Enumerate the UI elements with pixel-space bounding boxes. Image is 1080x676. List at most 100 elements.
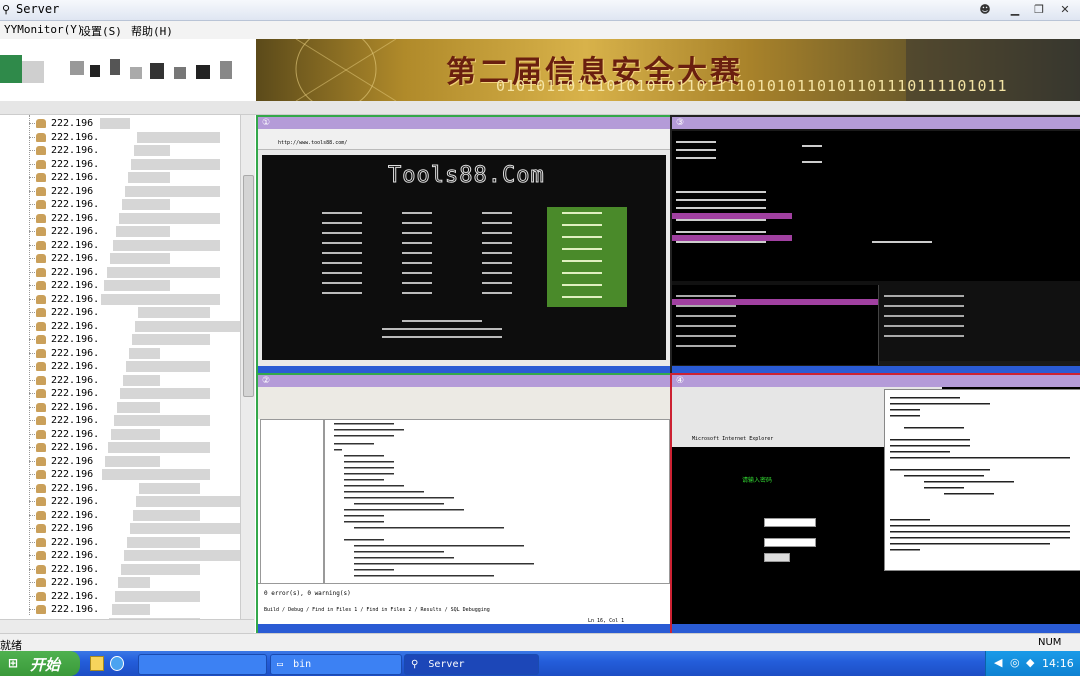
monitor-pane-3[interactable]: ③ [670,115,1080,377]
host-tree-item[interactable]: 222.196. [0,590,240,604]
host-tree-item[interactable]: 222.196 [0,455,240,469]
tray-security-icon[interactable]: ◆ [1026,656,1034,669]
host-ip-label: 222.196 [51,455,94,467]
computer-icon [36,429,46,439]
host-tree-item[interactable]: 222.196. [0,347,240,361]
host-tree-item[interactable]: 222.196. [0,563,240,577]
host-ip-label: 222.196. [51,415,100,426]
pane-1-id: ① [262,118,271,128]
close-button[interactable]: ✕ [1056,3,1074,17]
taskbar-item-server[interactable]: ⚲ Server [404,654,539,675]
folder-icon: ▭ [277,659,284,670]
quicklaunch-icon-2[interactable] [110,656,124,671]
pane-4-submit[interactable] [764,553,790,562]
redacted-block [139,482,200,494]
host-ip-label: 222.196. [51,590,100,602]
menu-yymonitor[interactable]: YYMonitor(Y) [4,23,83,36]
start-button[interactable]: ⊞ 开始 [0,651,80,676]
host-tree-item[interactable]: 222.196 [0,468,240,482]
redacted-block [112,604,150,615]
host-tree-item[interactable]: 222.196 [0,522,250,536]
host-ip-label: 222.196. [51,253,100,264]
redacted-block [100,118,130,129]
host-ip-label: 222.196. [51,172,100,183]
tree-vertical-scrollbar[interactable] [240,115,255,632]
pane-3-disasm [676,141,932,243]
host-tree-item[interactable]: 222.196. [0,509,240,523]
host-tree-item[interactable]: 222.196. [0,144,240,158]
computer-icon [36,159,46,169]
host-tree-item[interactable]: 222.196. [0,576,240,590]
computer-icon [36,416,46,425]
quicklaunch-icon-1[interactable] [90,656,104,671]
host-tree-item[interactable]: 222.196. [0,252,240,266]
monitor-pane-1[interactable]: ① http://www.tools88.com/ Tools88.Com [256,115,672,377]
redacted-block [127,536,200,548]
host-tree-item[interactable]: 222.196. [0,266,240,280]
computer-icon [36,510,46,520]
redacted-block [116,226,170,237]
host-tree[interactable]: 222.196 222.196. 222.196. 222.196. 222.196. 2… [0,115,255,632]
host-tree-item[interactable]: 222.196. [0,158,240,172]
host-tree-item[interactable]: 222.196. [0,293,240,307]
tray-volume-icon[interactable]: ◀ [994,656,1002,669]
host-tree-item[interactable]: 222.196. [0,603,240,617]
redacted-block [118,577,150,588]
redacted-block [131,158,220,170]
computer-icon [36,227,46,236]
host-tree-item[interactable]: 222.196. [0,212,240,226]
host-tree-item[interactable]: 222.196. [0,279,240,293]
host-tree-item[interactable]: 222.196. [0,536,240,550]
pane-4-input[interactable] [764,518,816,527]
restore-button[interactable]: ❐ [1030,3,1048,17]
computer-icon [36,443,46,452]
monitor-pane-2[interactable]: ② 0 error(s), 0 warning(s) Build / Debug… [256,373,672,635]
host-tree-item[interactable]: 222.196 [0,117,240,131]
tray-network-icon[interactable]: ◎ [1010,656,1020,669]
host-tree-item[interactable]: 222.196. [0,414,240,428]
host-tree-item[interactable]: 222.196. [0,306,240,320]
taskbar-item-bin[interactable]: ▭ bin [270,654,402,675]
taskbar-item-redacted[interactable] [138,654,267,675]
host-tree-item[interactable]: 222.196. [0,239,240,253]
menu-help[interactable]: 帮助(H) [131,23,173,39]
minimize-button[interactable]: ▁ [1006,3,1024,17]
host-ip-label: 222.196. [51,482,100,494]
computer-icon [36,132,46,142]
host-tree-item[interactable]: 222.196. [0,549,250,563]
redacted-block [119,212,220,224]
host-tree-item[interactable]: 222.196. [0,374,240,388]
host-tree-item[interactable]: 222.196. [0,198,240,212]
host-tree-item[interactable]: 222.196. [0,320,254,334]
computer-icon [36,591,46,601]
scroll-thumb[interactable] [243,175,254,397]
redacted-block [130,523,250,534]
host-tree-item[interactable]: 222.196. [0,387,240,401]
host-tree-item[interactable]: 222.196. [0,131,240,145]
host-tree-item[interactable]: 222.196. [0,171,240,185]
help-bubble-icon[interactable]: ☻ [976,3,994,17]
host-ip-label: 222.196. [51,509,100,521]
computer-icon [36,348,46,358]
computer-icon [36,200,46,209]
redacted-logo-image [0,43,250,97]
host-tree-item[interactable]: 222.196. [0,428,240,442]
banner-binary: 0101011011101010101101111010101101011011… [496,77,1008,95]
host-tree-item[interactable]: 222.196. [0,441,240,455]
host-tree-item[interactable]: 222.196. [0,482,240,496]
start-label: 开始 [30,656,61,674]
redacted-block [124,550,250,561]
pane-4-password[interactable] [764,538,816,547]
host-tree-item[interactable]: 222.196 [0,185,240,199]
redacted-block [121,563,200,575]
host-tree-item[interactable]: 222.196. [0,401,240,415]
redacted-block [114,415,210,426]
host-tree-item[interactable]: 222.196. [0,495,250,509]
host-tree-item[interactable]: 222.196. [0,360,240,374]
redacted-block [125,185,220,197]
host-tree-item[interactable]: 222.196. [0,333,240,347]
menu-settings[interactable]: 设置(S) [80,23,122,39]
host-tree-item[interactable]: 222.196. [0,225,240,239]
monitor-pane-4[interactable]: ④ Microsoft Internet Explorer 请输入密码 [670,373,1080,635]
tree-horizontal-scrollbar[interactable] [0,619,254,633]
